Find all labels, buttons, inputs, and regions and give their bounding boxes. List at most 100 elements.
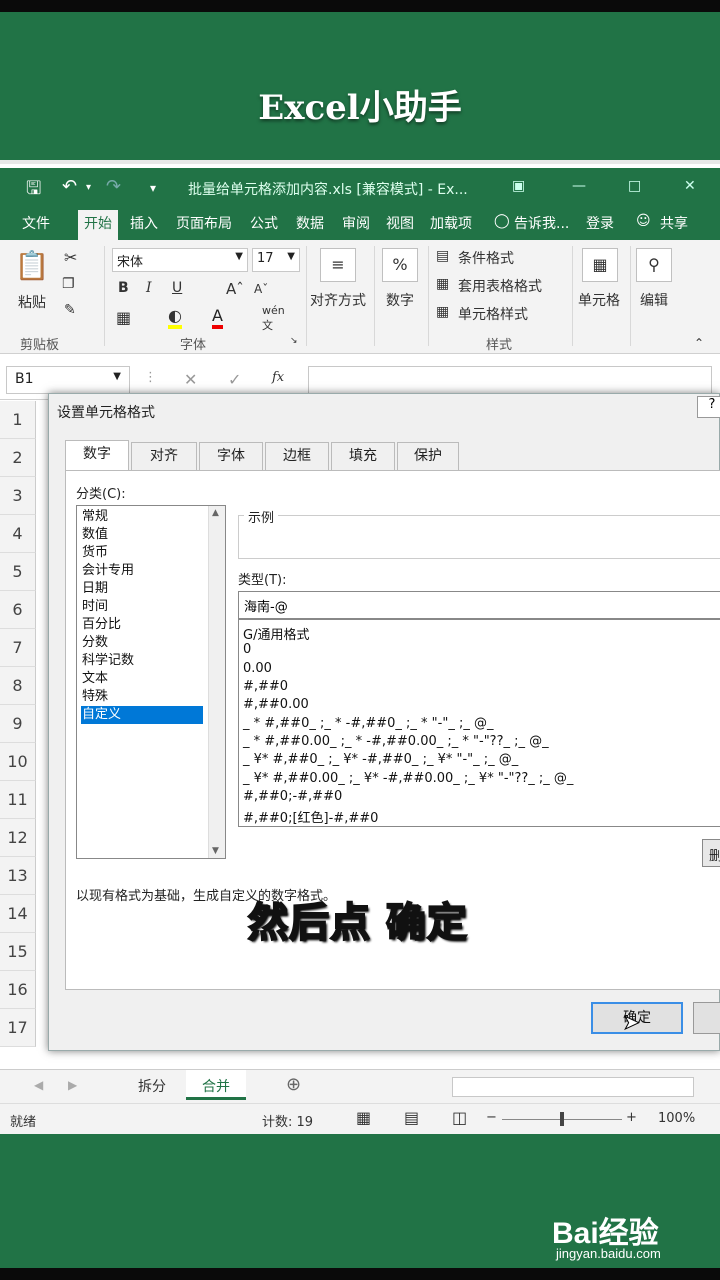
phonetic-icon[interactable]: wén 文: [262, 304, 285, 333]
format-item[interactable]: #,##0;[红色]-#,##0: [243, 807, 378, 826]
close-icon[interactable]: ✕: [684, 178, 696, 194]
tell-me-search[interactable]: 告诉我...: [514, 213, 569, 233]
category-item[interactable]: 货币: [81, 544, 203, 562]
format-list[interactable]: G/通用格式 0 0.00 #,##0 #,##0.00 _ * #,##0_ …: [238, 619, 720, 827]
name-box[interactable]: B1 ▼: [6, 366, 130, 394]
zoom-in-icon[interactable]: +: [626, 1110, 637, 1125]
row-header[interactable]: 17: [0, 1009, 36, 1047]
format-painter-icon[interactable]: ✎: [64, 302, 76, 318]
paste-label[interactable]: 粘贴: [18, 292, 46, 312]
category-item[interactable]: 常规: [81, 508, 203, 526]
tab-file[interactable]: 文件: [22, 213, 50, 233]
ribbon-display-icon[interactable]: ▣: [512, 178, 525, 194]
add-sheet-icon[interactable]: ⊕: [286, 1074, 301, 1095]
category-scrollbar[interactable]: ▲ ▼: [208, 506, 225, 858]
tab-review[interactable]: 审阅: [342, 213, 370, 233]
category-item[interactable]: 百分比: [81, 616, 203, 634]
align-icon[interactable]: ≡: [320, 248, 356, 282]
tab-view[interactable]: 视图: [386, 213, 414, 233]
normal-view-icon[interactable]: ▦: [356, 1108, 371, 1127]
cancel-button[interactable]: [693, 1002, 720, 1034]
increase-font-icon[interactable]: Aˆ: [226, 280, 244, 298]
category-item[interactable]: 科学记数: [81, 652, 203, 670]
tab-page-layout[interactable]: 页面布局: [176, 213, 232, 233]
zoom-level[interactable]: 100%: [658, 1111, 695, 1126]
decrease-font-icon[interactable]: Aˇ: [254, 282, 268, 296]
conditional-format-button[interactable]: 条件格式: [458, 248, 514, 268]
delete-button[interactable]: 删除: [702, 839, 720, 867]
tab-insert[interactable]: 插入: [130, 213, 158, 233]
percent-icon[interactable]: %: [382, 248, 418, 282]
paste-icon[interactable]: 📋: [14, 250, 50, 284]
editing-button[interactable]: 编辑: [640, 290, 668, 310]
format-item[interactable]: 0.00: [243, 661, 272, 676]
row-header[interactable]: 14: [0, 895, 36, 933]
row-header[interactable]: 3: [0, 477, 36, 515]
format-item[interactable]: #,##0;-#,##0: [243, 789, 342, 804]
confirm-entry-icon[interactable]: ✓: [228, 370, 241, 389]
zoom-slider-thumb[interactable]: [560, 1112, 564, 1126]
share-button[interactable]: 共享: [660, 213, 688, 233]
sheet-tab[interactable]: 拆分: [138, 1076, 166, 1096]
formula-input[interactable]: [308, 366, 712, 394]
font-dialog-launcher-icon[interactable]: ↘: [290, 336, 298, 346]
row-header[interactable]: 16: [0, 971, 36, 1009]
format-item[interactable]: _ * #,##0.00_ ;_ * -#,##0.00_ ;_ * "-"??…: [243, 734, 549, 749]
row-header[interactable]: 1: [0, 401, 36, 439]
horizontal-scrollbar[interactable]: [452, 1077, 694, 1097]
scroll-up-icon[interactable]: ▲: [212, 508, 219, 518]
italic-button[interactable]: I: [146, 280, 152, 296]
category-list[interactable]: 常规 数值 货币 会计专用 日期 时间 百分比 分数 科学记数 文本 特殊 自定…: [76, 505, 226, 859]
sign-in-link[interactable]: 登录: [586, 213, 614, 233]
font-size-select[interactable]: 17 ▼: [252, 248, 300, 272]
tab-home[interactable]: 开始: [78, 210, 118, 240]
copy-icon[interactable]: ❐: [62, 276, 75, 292]
category-item[interactable]: 日期: [81, 580, 203, 598]
page-break-icon[interactable]: ◫: [452, 1108, 467, 1127]
prev-sheet-icon[interactable]: ◀: [34, 1078, 43, 1092]
tab-addins[interactable]: 加载项: [430, 213, 472, 233]
tab-formulas[interactable]: 公式: [250, 213, 278, 233]
cut-icon[interactable]: ✂: [64, 248, 77, 267]
sheet-tab-active[interactable]: 合并: [186, 1070, 246, 1100]
category-item[interactable]: 特殊: [81, 688, 203, 706]
format-item[interactable]: _ ¥* #,##0.00_ ;_ ¥* -#,##0.00_ ;_ ¥* "-…: [243, 771, 573, 786]
scroll-down-icon[interactable]: ▼: [212, 846, 219, 856]
category-item[interactable]: 数值: [81, 526, 203, 544]
tab-border[interactable]: 边框: [265, 442, 329, 470]
tab-number[interactable]: 数字: [65, 440, 129, 471]
insert-function-icon[interactable]: fx: [272, 370, 284, 385]
cells-button[interactable]: 单元格: [578, 290, 620, 310]
tab-alignment[interactable]: 对齐: [131, 442, 197, 470]
row-header[interactable]: 10: [0, 743, 36, 781]
type-input[interactable]: 海南-@: [238, 591, 720, 619]
format-item[interactable]: #,##0: [243, 679, 288, 694]
category-item-selected[interactable]: 自定义: [81, 706, 203, 724]
table-format-button[interactable]: 套用表格格式: [458, 276, 542, 296]
fill-color-icon[interactable]: ◐: [168, 306, 182, 329]
tab-protection[interactable]: 保护: [397, 442, 459, 470]
font-color-icon[interactable]: A: [212, 306, 223, 329]
undo-dropdown-icon[interactable]: ▾: [86, 182, 91, 193]
customize-toolbar-icon[interactable]: ▾: [150, 181, 156, 195]
cells-icon[interactable]: ▦: [582, 248, 618, 282]
category-item[interactable]: 文本: [81, 670, 203, 688]
font-name-select[interactable]: 宋体 ▼: [112, 248, 248, 272]
alignment-button[interactable]: 对齐方式: [310, 290, 366, 310]
row-header[interactable]: 2: [0, 439, 36, 477]
format-item[interactable]: 0: [243, 642, 251, 657]
number-button[interactable]: 数字: [386, 290, 414, 310]
borders-icon[interactable]: ▦: [116, 308, 131, 327]
format-item[interactable]: _ ¥* #,##0_ ;_ ¥* -#,##0_ ;_ ¥* "-"_ ;_ …: [243, 752, 518, 767]
row-header[interactable]: 4: [0, 515, 36, 553]
row-header[interactable]: 6: [0, 591, 36, 629]
tab-fill[interactable]: 填充: [331, 442, 395, 470]
bold-button[interactable]: B: [118, 280, 129, 296]
underline-button[interactable]: U: [172, 280, 182, 296]
page-layout-icon[interactable]: ▤: [404, 1108, 419, 1127]
row-header[interactable]: 7: [0, 629, 36, 667]
cell-style-button[interactable]: 单元格样式: [458, 304, 528, 324]
row-header[interactable]: 9: [0, 705, 36, 743]
row-header[interactable]: 11: [0, 781, 36, 819]
search-icon[interactable]: ⚲: [636, 248, 672, 282]
